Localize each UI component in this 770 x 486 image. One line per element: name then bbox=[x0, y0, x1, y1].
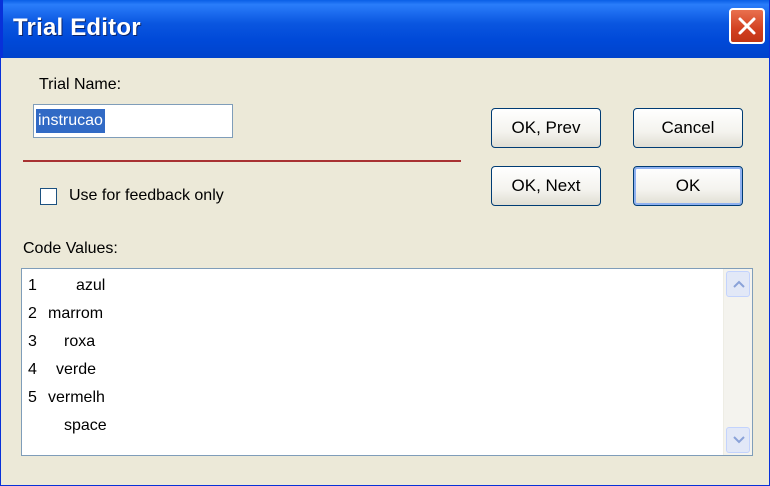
trial-name-value: instrucao bbox=[36, 109, 105, 133]
list-item-value: vermelh bbox=[48, 389, 105, 406]
window-title: Trial Editor bbox=[13, 14, 141, 41]
scroll-up-arrow-icon bbox=[733, 280, 745, 288]
list-item[interactable]: 4 verde bbox=[28, 357, 96, 383]
list-item-number: 5 bbox=[28, 389, 37, 406]
list-item[interactable]: 3 roxa bbox=[28, 329, 95, 355]
trial-name-input[interactable]: instrucao bbox=[33, 104, 233, 138]
code-values-list[interactable]: 1 azul 2 marrom 3 roxa 4 verde 5 vermelh spac… bbox=[21, 268, 753, 456]
list-item-number: 1 bbox=[28, 277, 37, 294]
list-item-value: verde bbox=[56, 361, 97, 378]
divider-line bbox=[23, 160, 461, 162]
cancel-button[interactable]: Cancel bbox=[633, 108, 743, 148]
code-values-items: 1 azul 2 marrom 3 roxa 4 verde 5 vermelh spac… bbox=[22, 269, 724, 455]
scroll-up-button[interactable] bbox=[726, 271, 750, 297]
list-item[interactable]: 1 azul bbox=[28, 273, 105, 299]
feedback-only-label[interactable]: Use for feedback only bbox=[69, 187, 224, 205]
ok-button[interactable]: OK bbox=[633, 166, 743, 206]
list-scrollbar[interactable] bbox=[723, 269, 752, 455]
trial-editor-window: Trial Editor Trial Name: instrucao Use f… bbox=[0, 0, 770, 486]
list-item-number: 3 bbox=[28, 333, 37, 350]
ok-prev-button[interactable]: OK, Prev bbox=[491, 108, 601, 148]
feedback-only-checkbox[interactable] bbox=[40, 188, 57, 205]
list-item-value: roxa bbox=[64, 333, 96, 350]
title-bar[interactable]: Trial Editor bbox=[1, 0, 770, 58]
list-item-value: marrom bbox=[48, 305, 104, 322]
close-button[interactable] bbox=[729, 8, 765, 44]
scroll-down-button[interactable] bbox=[726, 427, 750, 453]
trial-name-label: Trial Name: bbox=[39, 76, 122, 93]
ok-next-button[interactable]: OK, Next bbox=[491, 166, 601, 206]
close-icon bbox=[738, 17, 756, 35]
list-item-value: azul bbox=[76, 277, 106, 294]
list-item-value: space bbox=[64, 417, 107, 434]
list-item[interactable]: 2 marrom bbox=[28, 301, 103, 327]
list-item-number: 2 bbox=[28, 305, 37, 322]
scroll-down-arrow-icon bbox=[733, 436, 745, 444]
code-values-label: Code Values: bbox=[23, 240, 118, 257]
list-item-number: 4 bbox=[28, 361, 37, 378]
list-item[interactable]: 5 vermelh bbox=[28, 385, 105, 411]
list-item[interactable]: space bbox=[28, 413, 107, 439]
